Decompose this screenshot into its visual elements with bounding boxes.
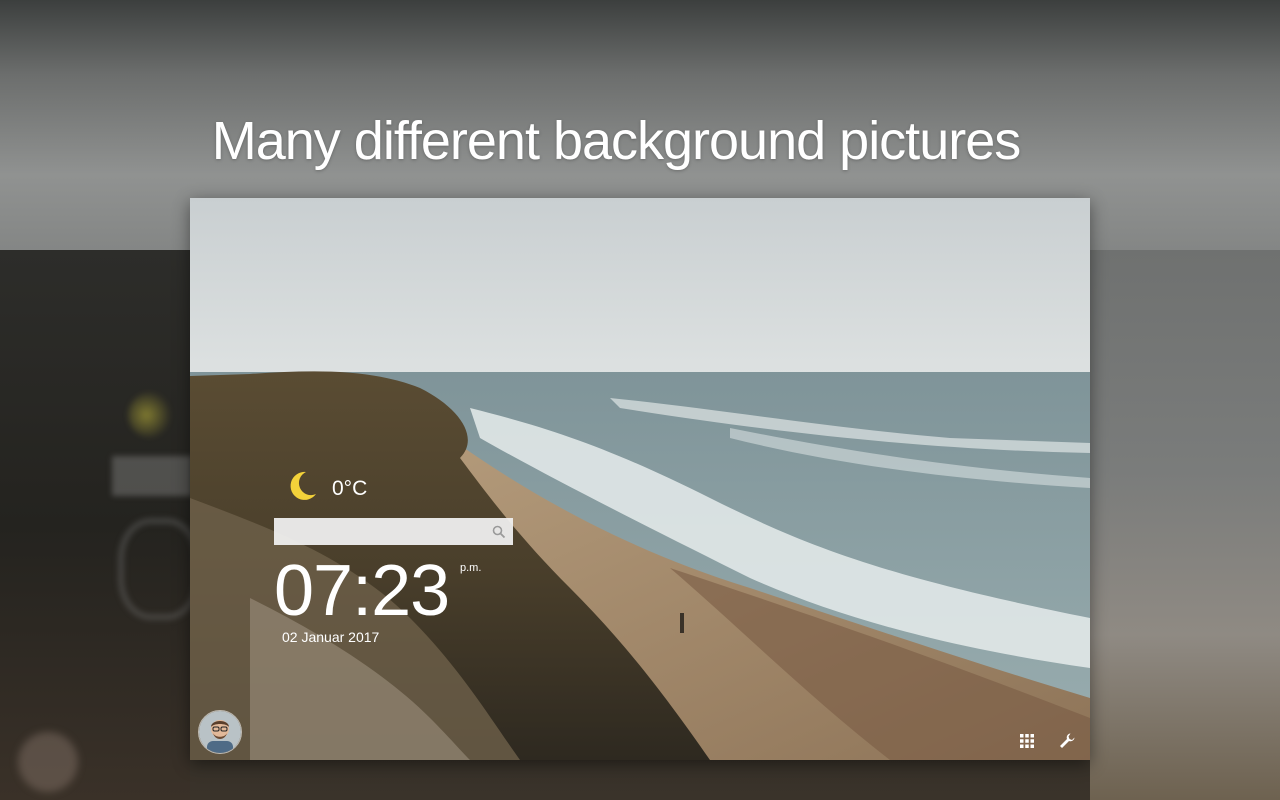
blurred-background-right — [1090, 250, 1280, 800]
search-icon[interactable] — [492, 525, 506, 539]
blurred-avatar — [18, 732, 78, 792]
blurred-search-bar — [112, 456, 192, 496]
clock-date: 02 Januar 2017 — [282, 629, 380, 645]
apps-grid-icon[interactable] — [1020, 734, 1034, 748]
crescent-moon-icon — [290, 471, 316, 500]
new-tab-screenshot: 0°C 07:23 p.m. 02 Januar 2017 — [190, 198, 1090, 760]
blurred-clock-glyph — [118, 518, 200, 620]
clock-period: p.m. — [460, 562, 482, 574]
search-input[interactable] — [274, 518, 513, 545]
temperature-label: 0°C — [332, 477, 368, 500]
blurred-moon-icon — [128, 392, 174, 438]
avatar-portrait-icon — [199, 711, 241, 753]
user-avatar[interactable] — [198, 710, 242, 754]
weather-widget[interactable]: 0°C — [284, 468, 367, 504]
clock-time: 07:23 — [274, 551, 450, 631]
promo-headline: Many different background pictures — [211, 111, 1021, 172]
wrench-icon[interactable] — [1058, 732, 1076, 750]
